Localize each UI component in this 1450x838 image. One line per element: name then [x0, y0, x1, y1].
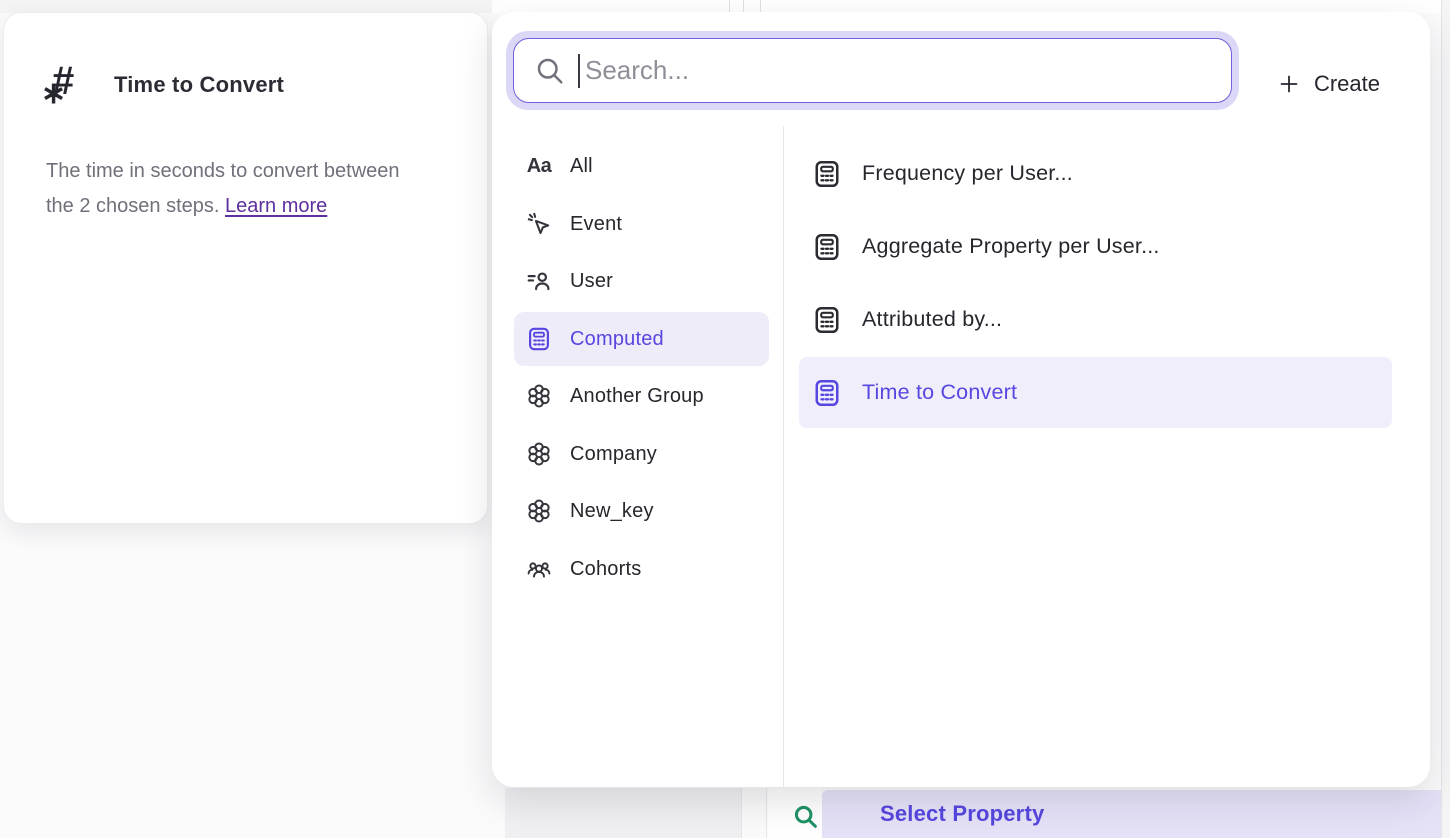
search-field-halo — [506, 31, 1239, 110]
search-icon — [792, 803, 820, 831]
select-property-field[interactable]: Select Property — [822, 790, 1441, 838]
background-panel-edge — [1441, 0, 1450, 838]
result-aggregate-property-per-user[interactable]: Aggregate Property per User... — [799, 211, 1392, 282]
tooltip-title: Time to Convert — [114, 72, 284, 98]
tooltip-card: # ∗ Time to Convert The time in seconds … — [3, 12, 488, 524]
group-cluster-icon — [526, 441, 552, 467]
tooltip-description: The time in seconds to convert between t… — [46, 154, 456, 224]
create-button-label: Create — [1314, 71, 1380, 97]
calculator-icon — [812, 378, 842, 408]
category-new-key[interactable]: New_key — [514, 484, 769, 538]
calculator-icon — [812, 305, 842, 335]
search-input[interactable] — [514, 39, 1231, 102]
result-frequency-per-user[interactable]: Frequency per User... — [799, 138, 1392, 209]
category-cohorts[interactable]: Cohorts — [514, 542, 769, 596]
background-row-gap — [743, 788, 767, 838]
property-picker-dropdown: Create Aa All Event — [492, 12, 1430, 787]
user-list-icon — [526, 268, 552, 294]
calculator-icon — [812, 232, 842, 262]
select-property-label: Select Property — [880, 801, 1044, 827]
calculator-icon — [526, 326, 552, 352]
create-button[interactable]: Create — [1263, 56, 1394, 112]
result-attributed-by[interactable]: Attributed by... — [799, 284, 1392, 355]
category-event[interactable]: Event — [514, 197, 769, 251]
plus-icon — [1277, 72, 1301, 96]
description-line2: the 2 chosen steps. — [46, 195, 225, 217]
tooltip-header: # ∗ Time to Convert — [42, 61, 284, 109]
group-cluster-icon — [526, 498, 552, 524]
background-row — [505, 788, 742, 838]
category-user[interactable]: User — [514, 254, 769, 308]
category-another-group[interactable]: Another Group — [514, 369, 769, 423]
hash-asterisk-icon: # ∗ — [42, 61, 90, 109]
property-picker-screen: Select Property # ∗ Time to Convert The … — [0, 0, 1450, 838]
result-time-to-convert[interactable]: Time to Convert — [799, 357, 1392, 428]
description-line1: The time in seconds to convert between — [46, 160, 400, 182]
cursor-click-icon — [526, 211, 552, 237]
category-all[interactable]: Aa All — [514, 139, 769, 193]
text-aa-icon: Aa — [526, 153, 552, 179]
category-company[interactable]: Company — [514, 427, 769, 481]
people-icon — [526, 556, 552, 582]
search-field[interactable] — [513, 38, 1232, 103]
learn-more-link[interactable]: Learn more — [225, 195, 327, 217]
group-cluster-icon — [526, 383, 552, 409]
category-computed[interactable]: Computed — [514, 312, 769, 366]
calculator-icon — [812, 159, 842, 189]
column-divider — [783, 126, 784, 787]
